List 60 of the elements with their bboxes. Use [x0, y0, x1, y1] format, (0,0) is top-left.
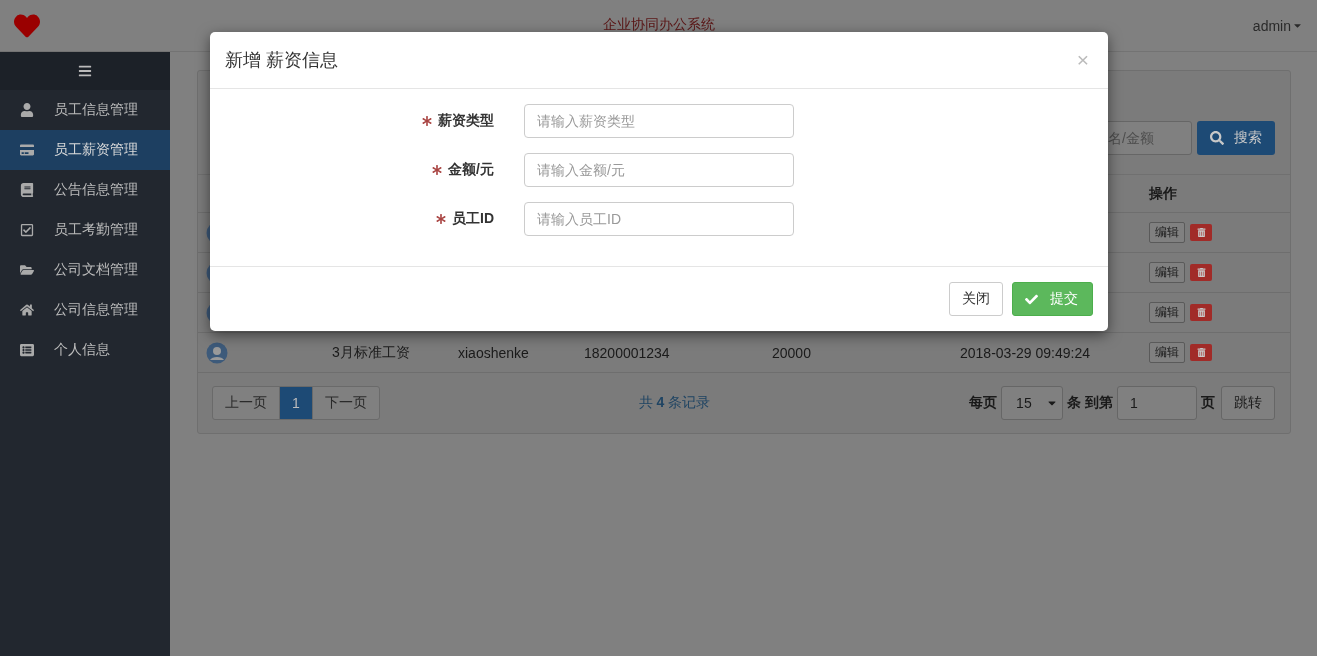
heart-logo-icon — [14, 12, 40, 39]
sidebar-item[interactable]: 公告信息管理 — [0, 170, 170, 210]
per-page-label: 每页 — [969, 394, 998, 412]
input-field[interactable]: 请输入员工ID — [524, 202, 794, 236]
book-icon — [20, 183, 34, 197]
page-button[interactable]: 1 — [279, 386, 313, 420]
sidebar-item[interactable]: 员工考勤管理 — [0, 210, 170, 250]
user-icon — [20, 103, 34, 117]
sidebar-item[interactable]: 公司信息管理 — [0, 290, 170, 330]
submit-button[interactable]: 提交 — [1012, 282, 1093, 316]
phone-cell-text: 18200001234 — [584, 344, 671, 361]
search-button[interactable]: 搜索 — [1197, 121, 1275, 155]
page-number-field[interactable]: 1 — [1117, 386, 1197, 420]
next-page-button[interactable]: 下一页 — [311, 386, 380, 420]
salary-type-cell-text: 3月标准工资 — [332, 343, 411, 362]
input-field[interactable]: 请输入金额/元 — [524, 153, 794, 187]
avatar-icon — [206, 341, 228, 364]
user-menu[interactable]: admin — [1252, 17, 1303, 34]
list-icon — [20, 343, 34, 357]
username-cell-text: xiaoshenke — [458, 344, 530, 361]
edit-button[interactable]: 编辑 — [1149, 262, 1185, 283]
folder-icon — [20, 263, 34, 277]
delete-button[interactable] — [1190, 224, 1212, 241]
record-count: 共 4 条记录 — [638, 394, 711, 412]
field-label: 金额/元 — [432, 161, 494, 179]
time-cell-text: 2018-03-29 09:49:24 — [960, 344, 1091, 361]
check-icon — [1025, 292, 1038, 306]
edit-button[interactable]: 编辑 — [1149, 302, 1185, 323]
delete-button[interactable] — [1190, 264, 1212, 281]
edit-button[interactable]: 编辑 — [1149, 342, 1185, 363]
column-header: 操作 — [1149, 184, 1178, 203]
delete-button[interactable] — [1190, 304, 1212, 321]
jump-button[interactable]: 跳转 — [1221, 386, 1275, 420]
menu-icon[interactable] — [78, 64, 92, 78]
field-label: 薪资类型 — [422, 112, 494, 130]
home-icon — [20, 303, 34, 317]
sidebar-item[interactable]: 员工信息管理 — [0, 90, 170, 130]
trash-icon — [1196, 348, 1206, 357]
edit-button[interactable]: 编辑 — [1149, 222, 1185, 243]
input-field[interactable]: 请输入薪资类型 — [524, 104, 794, 138]
page-unit-label: 页 — [1201, 394, 1215, 412]
trash-icon — [1196, 268, 1206, 277]
sidebar-item[interactable]: 员工薪资管理 — [0, 130, 170, 170]
close-dialog-button[interactable]: 关闭 — [949, 282, 1003, 316]
dialog-title: 新增 薪资信息 — [225, 49, 338, 72]
checkbox-icon — [20, 223, 34, 237]
delete-button[interactable] — [1190, 344, 1212, 361]
sidebar-toggle[interactable] — [0, 52, 170, 90]
amount-cell-text: 20000 — [772, 344, 812, 361]
trash-icon — [1196, 308, 1206, 317]
field-label: 员工ID — [436, 210, 494, 228]
search-icon — [1210, 131, 1224, 145]
goto-label: 条 到第 — [1067, 394, 1113, 412]
card-icon — [20, 143, 34, 157]
sidebar-item[interactable]: 个人信息 — [0, 330, 170, 370]
prev-page-button[interactable]: 上一页 — [212, 386, 280, 420]
per-page-select[interactable]: 15 — [1001, 386, 1064, 420]
sidebar-item[interactable]: 公司文档管理 — [0, 250, 170, 290]
app-title: 企业协同办公系统 — [602, 16, 715, 34]
trash-icon — [1196, 228, 1206, 237]
